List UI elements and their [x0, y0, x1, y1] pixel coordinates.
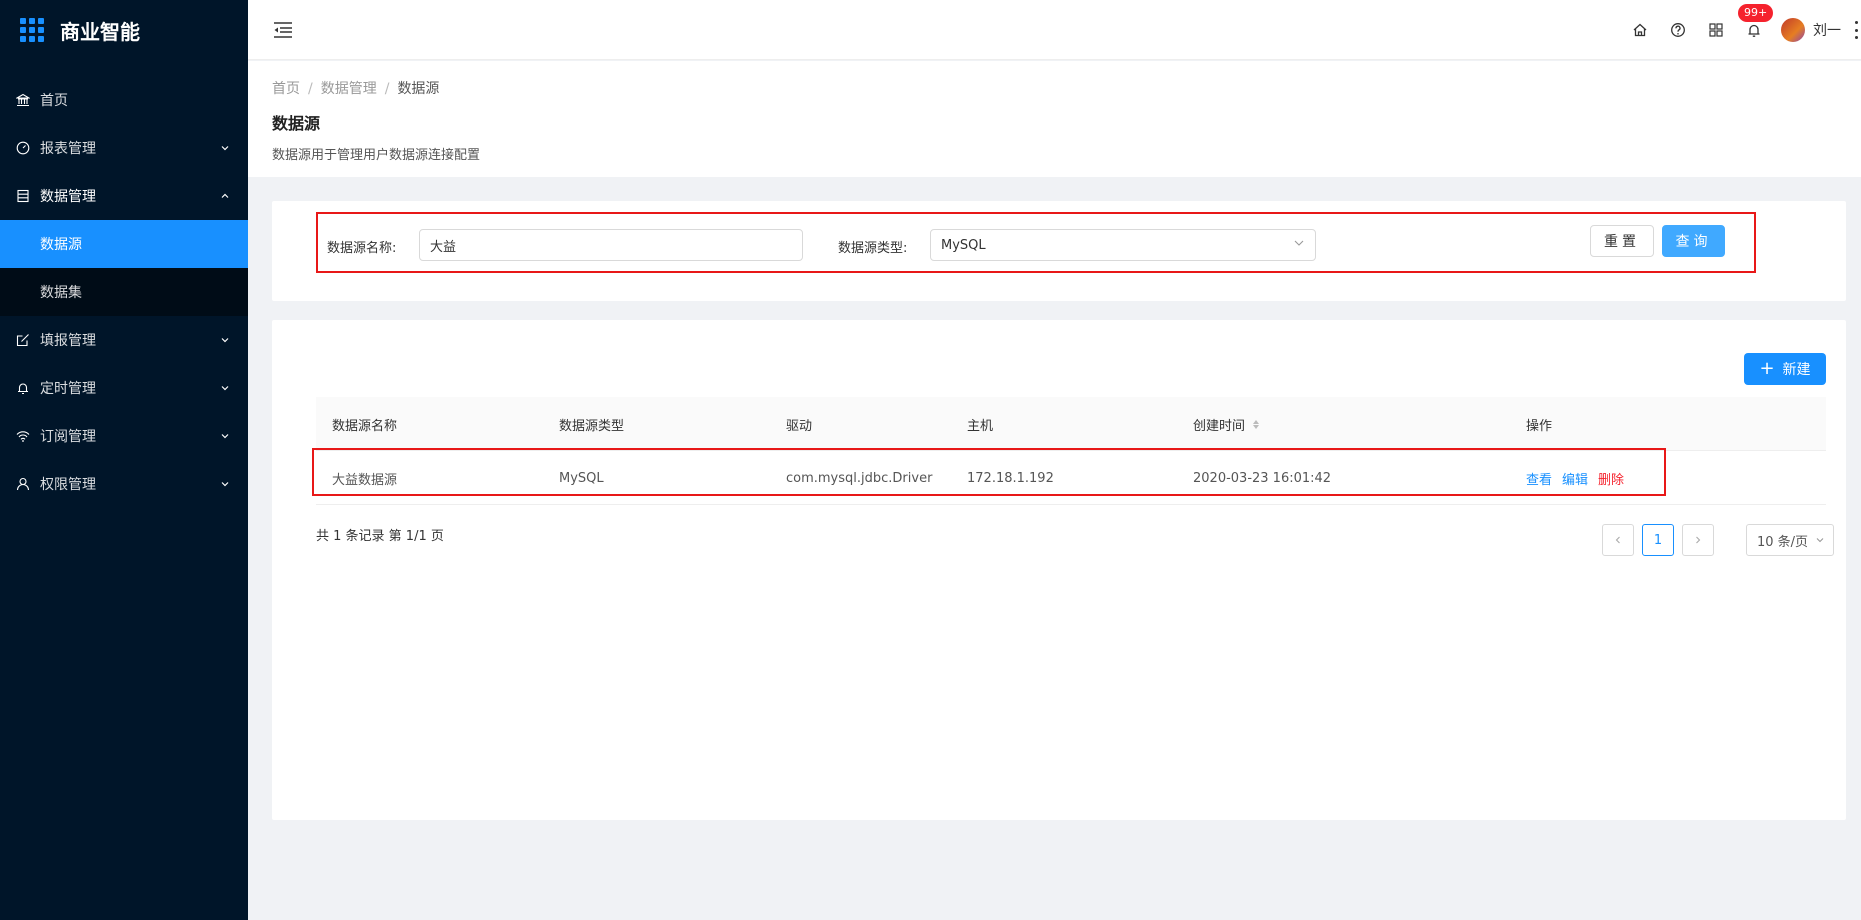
breadcrumb-current: 数据源 — [397, 81, 440, 97]
chevron-up-icon — [220, 191, 230, 201]
page-description: 数据源用于管理用户数据源连接配置 — [272, 148, 481, 163]
sidebar-item-reports[interactable]: 报表管理 — [0, 124, 248, 172]
datasource-type-label: 数据源类型: — [838, 241, 908, 256]
datasource-type-value: MySQL — [941, 237, 986, 253]
table-header: 数据源名称 数据源类型 驱动 主机 创建时间 操作 — [316, 397, 1826, 451]
sidebar-item-dataset[interactable]: 数据集 — [0, 268, 248, 316]
column-header-host: 主机 — [967, 418, 994, 434]
cell-type: MySQL — [559, 470, 604, 486]
page-title: 数据源 — [272, 114, 321, 133]
brand: 商业智能 — [0, 0, 248, 60]
sidebar-item-datasource[interactable]: 数据源 — [0, 220, 248, 268]
chevron-down-icon — [220, 335, 230, 345]
sidebar-item-label: 订阅管理 — [40, 429, 96, 445]
plus-icon: + — [1759, 358, 1775, 379]
column-header-created[interactable]: 创建时间 — [1193, 397, 1260, 451]
breadcrumb-home[interactable]: 首页 — [272, 81, 300, 97]
cell-driver: com.mysql.jdbc.Driver — [786, 470, 933, 486]
more-vertical-icon[interactable] — [1855, 21, 1861, 39]
sort-icon[interactable] — [1253, 419, 1260, 429]
column-header-type: 数据源类型 — [559, 418, 625, 434]
view-link[interactable]: 查看 — [1526, 469, 1552, 488]
bell-icon — [16, 381, 30, 395]
user-name[interactable]: 刘一 — [1813, 20, 1841, 40]
bank-icon — [16, 93, 30, 107]
sidebar-item-label: 首页 — [40, 93, 68, 109]
datasource-name-input[interactable]: 大益 — [419, 229, 803, 261]
breadcrumb: 首页 / 数据管理 / 数据源 — [272, 81, 440, 97]
data-management-submenu: 数据源 数据集 — [0, 220, 248, 316]
chevron-down-icon — [220, 143, 230, 153]
app-grid-logo-icon — [20, 18, 44, 42]
datasource-type-select[interactable]: MySQL — [930, 229, 1316, 261]
bell-icon[interactable] — [1745, 21, 1763, 39]
datasource-name-label: 数据源名称: — [327, 241, 397, 256]
pagination: 1 10 条/页 — [1602, 524, 1834, 556]
chevron-down-icon — [220, 431, 230, 441]
chevron-down-icon — [220, 479, 230, 489]
sidebar-item-data-management[interactable]: 数据管理 — [0, 172, 248, 220]
sidebar: 商业智能 首页 报表管理 数据管理 数据源 数据集 填报管理 定时管理 订阅管理… — [0, 0, 248, 920]
cell-actions: 查看 编辑 删除 — [1526, 451, 1634, 505]
search-form-card: 数据源名称: 大益 数据源类型: MySQL 重置 查询 — [272, 201, 1846, 301]
help-icon[interactable] — [1669, 21, 1687, 39]
page-size-select[interactable]: 10 条/页 — [1746, 524, 1834, 556]
datasource-table: 数据源名称 数据源类型 驱动 主机 创建时间 操作 大益数据源 MySQL co… — [312, 397, 1826, 505]
sidebar-item-home[interactable]: 首页 — [0, 76, 248, 124]
new-datasource-button[interactable]: + 新建 — [1744, 353, 1826, 385]
reset-button[interactable]: 重置 — [1590, 225, 1654, 257]
sidebar-item-label: 填报管理 — [40, 333, 96, 349]
cell-created: 2020-03-23 16:01:42 — [1193, 470, 1332, 486]
pagination-summary: 共 1 条记录 第 1/1 页 — [316, 529, 444, 544]
top-header: 99+ 刘一 — [248, 0, 1861, 60]
column-header-created-label: 创建时间 — [1193, 418, 1246, 434]
cell-host: 172.18.1.192 — [967, 470, 1054, 486]
column-header-actions: 操作 — [1526, 418, 1553, 434]
sidebar-item-schedule[interactable]: 定时管理 — [0, 364, 248, 412]
chevron-left-icon — [1615, 536, 1620, 544]
new-button-label: 新建 — [1782, 362, 1811, 378]
chevron-down-icon — [1816, 538, 1824, 543]
sidebar-item-subscription[interactable]: 订阅管理 — [0, 412, 248, 460]
delete-link[interactable]: 删除 — [1598, 469, 1624, 488]
apps-grid-icon[interactable] — [1707, 21, 1725, 39]
edit-form-icon — [16, 333, 30, 347]
page-size-value: 10 条/页 — [1757, 534, 1809, 550]
chevron-down-icon — [220, 383, 230, 393]
sidebar-item-label: 数据管理 — [40, 189, 96, 205]
sidebar-item-permissions[interactable]: 权限管理 — [0, 460, 248, 508]
header-actions: 99+ 刘一 — [1611, 0, 1861, 60]
table-row: 大益数据源 MySQL com.mysql.jdbc.Driver 172.18… — [312, 448, 1826, 505]
sidebar-menu: 首页 报表管理 数据管理 数据源 数据集 填报管理 定时管理 订阅管理 权限管理 — [0, 76, 248, 508]
database-icon — [16, 189, 30, 203]
prev-page-button[interactable] — [1602, 524, 1634, 556]
menu-fold-icon[interactable] — [272, 19, 294, 41]
user-icon — [16, 477, 30, 491]
datasource-table-card: + 新建 数据源名称 数据源类型 驱动 主机 创建时间 操作 大益数据源 MyS… — [272, 320, 1846, 820]
notification-badge: 99+ — [1738, 4, 1774, 22]
home-icon[interactable] — [1631, 21, 1649, 39]
breadcrumb-data-management[interactable]: 数据管理 — [321, 81, 377, 97]
chevron-right-icon — [1696, 536, 1701, 544]
sidebar-item-label: 定时管理 — [40, 381, 96, 397]
sidebar-item-label: 权限管理 — [40, 477, 96, 493]
chevron-down-icon — [1293, 237, 1305, 253]
next-page-button[interactable] — [1682, 524, 1714, 556]
page-header: 首页 / 数据管理 / 数据源 数据源 数据源用于管理用户数据源连接配置 — [248, 61, 1861, 177]
sidebar-item-fill-report[interactable]: 填报管理 — [0, 316, 248, 364]
brand-title: 商业智能 — [60, 19, 140, 44]
dashboard-icon — [16, 141, 30, 155]
edit-link[interactable]: 编辑 — [1562, 469, 1588, 488]
page-button-current[interactable]: 1 — [1642, 524, 1674, 556]
wifi-icon — [16, 429, 30, 443]
avatar[interactable] — [1781, 18, 1805, 42]
column-header-driver: 驱动 — [786, 418, 813, 434]
query-button[interactable]: 查询 — [1662, 225, 1725, 257]
notifications[interactable]: 99+ — [1738, 4, 1774, 39]
cell-name: 大益数据源 — [332, 472, 398, 488]
sidebar-item-label: 报表管理 — [40, 141, 96, 157]
column-header-name: 数据源名称 — [332, 418, 398, 434]
